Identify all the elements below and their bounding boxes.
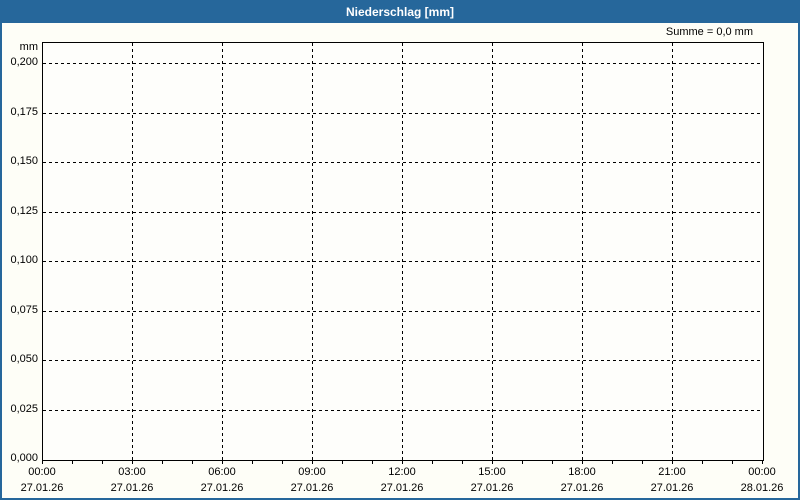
x-tick-date-label: 27.01.26 <box>470 482 514 494</box>
chart-title-bar: Niederschlag [mm] <box>2 2 798 23</box>
x-tick-mark <box>732 460 733 464</box>
x-tick-date-label: 27.01.26 <box>560 482 604 494</box>
y-tick-label: 0,075 <box>10 303 38 316</box>
x-tick-mark <box>402 460 403 464</box>
plot-area <box>42 42 764 461</box>
x-tick-date-label: 28.01.26 <box>740 482 784 494</box>
y-axis-unit-label: mm <box>19 41 38 53</box>
x-tick-mark <box>252 460 253 464</box>
x-tick-mark <box>342 460 343 464</box>
x-tick-mark <box>432 460 433 464</box>
chart-title: Niederschlag [mm] <box>345 5 455 19</box>
x-tick-mark <box>492 460 493 464</box>
x-tick-mark <box>72 460 73 464</box>
x-tick-mark <box>312 460 313 464</box>
x-tick-mark <box>282 460 283 464</box>
h-gridline <box>43 112 763 114</box>
x-tick-time-label: 12:00 <box>388 466 416 478</box>
y-tick-label: 0,025 <box>10 402 38 415</box>
h-gridline <box>43 261 763 262</box>
x-tick-mark <box>162 460 163 464</box>
v-gridline <box>672 43 673 460</box>
x-tick-mark <box>102 460 103 464</box>
x-tick-mark <box>372 460 373 464</box>
x-tick-mark <box>552 460 553 464</box>
y-tick-label: 0,050 <box>10 353 38 365</box>
x-tick-mark <box>462 460 463 464</box>
h-gridline <box>43 162 763 163</box>
y-tick-label: 0,175 <box>10 105 38 118</box>
x-tick-date-label: 27.01.26 <box>110 482 154 494</box>
h-gridline <box>43 310 763 312</box>
y-tick-label: 0,150 <box>10 155 38 167</box>
x-tick-date-label: 27.01.26 <box>20 482 64 494</box>
x-tick-time-label: 21:00 <box>658 466 686 478</box>
x-tick-mark <box>612 460 613 464</box>
x-tick-time-label: 00:00 <box>28 466 56 478</box>
v-gridline <box>132 43 133 460</box>
x-tick-time-label: 06:00 <box>208 466 236 478</box>
sum-annotation: Summe = 0,0 mm <box>665 26 753 38</box>
x-tick-mark <box>672 460 673 464</box>
y-tick-label: 0,100 <box>10 254 38 266</box>
x-tick-time-label: 15:00 <box>478 466 506 478</box>
x-tick-mark <box>42 460 43 464</box>
v-gridline <box>312 43 313 460</box>
x-tick-date-label: 27.01.26 <box>200 482 244 494</box>
v-gridline <box>492 43 493 460</box>
y-tick-label: 0,200 <box>10 56 38 68</box>
y-tick-label: 0,000 <box>10 452 38 464</box>
x-tick-mark <box>522 460 523 464</box>
h-gridline <box>43 360 763 361</box>
x-tick-mark <box>132 460 133 464</box>
v-gridline <box>222 43 223 460</box>
h-gridline <box>43 63 763 64</box>
x-tick-time-label: 00:00 <box>748 466 776 478</box>
x-tick-mark <box>702 460 703 464</box>
x-tick-time-label: 09:00 <box>298 466 326 478</box>
x-tick-time-label: 18:00 <box>568 466 596 478</box>
h-gridline <box>43 211 763 213</box>
v-gridline <box>582 43 583 460</box>
x-tick-date-label: 27.01.26 <box>380 482 424 494</box>
x-tick-mark <box>762 460 763 464</box>
x-tick-time-label: 03:00 <box>118 466 146 478</box>
h-gridline <box>43 409 763 411</box>
precipitation-chart-window: Niederschlag [mm] Summe = 0,0 mm mm 0,20… <box>0 0 800 500</box>
v-gridline <box>402 43 403 460</box>
y-tick-label: 0,125 <box>10 204 38 217</box>
x-tick-mark <box>582 460 583 464</box>
x-tick-date-label: 27.01.26 <box>290 482 334 494</box>
x-tick-date-label: 27.01.26 <box>650 482 694 494</box>
x-tick-mark <box>222 460 223 464</box>
x-tick-mark <box>642 460 643 464</box>
x-tick-mark <box>192 460 193 464</box>
